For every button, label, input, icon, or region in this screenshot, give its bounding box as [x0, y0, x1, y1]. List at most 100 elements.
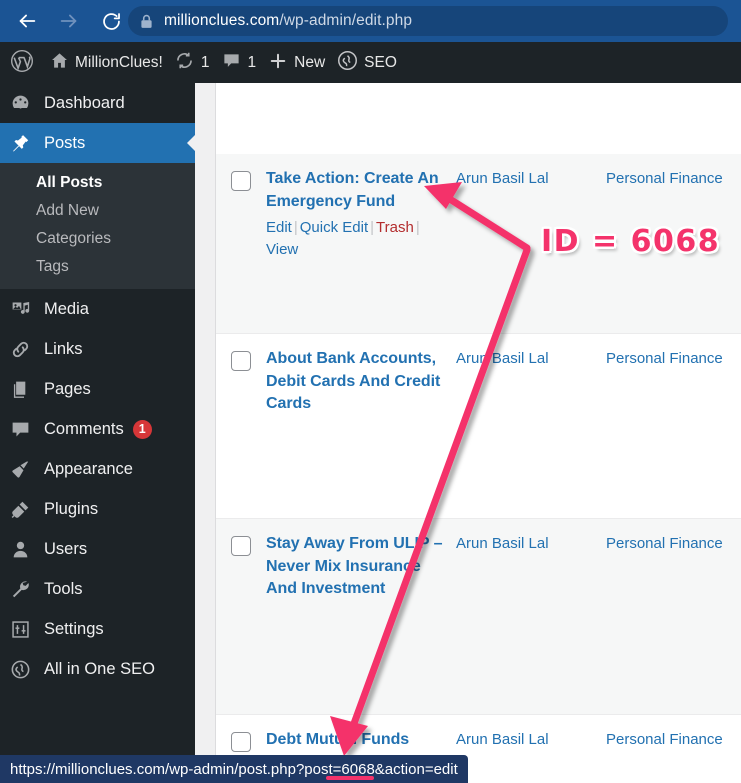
sidebar-item-plugins[interactable]: Plugins	[0, 489, 195, 529]
post-categories-cell[interactable]: Personal Finance	[606, 729, 741, 783]
wrench-icon	[10, 579, 38, 600]
comments-count-badge: 1	[132, 419, 152, 439]
back-arrow-icon	[16, 10, 38, 32]
address-bar-text: millionclues.com/wp-admin/edit.php	[164, 12, 412, 30]
posts-submenu: All Posts Add New Categories Tags	[0, 163, 195, 289]
forward-arrow-icon	[58, 10, 80, 32]
wp-logo-menu[interactable]	[0, 42, 44, 83]
post-author-cell[interactable]: Arun Basil Lal	[456, 533, 606, 704]
sidebar-item-pages[interactable]: Pages	[0, 369, 195, 409]
submenu-label-categories: Categories	[36, 230, 111, 247]
submenu-item-tags[interactable]: Tags	[0, 253, 195, 281]
sidebar-label-links: Links	[44, 339, 83, 358]
row-checkbox[interactable]	[231, 171, 251, 191]
submenu-item-add-new[interactable]: Add New	[0, 197, 195, 225]
back-button[interactable]	[10, 4, 44, 38]
table-row[interactable]: Take Action: Create An Emergency Fund Ed…	[216, 154, 741, 334]
sliders-icon	[10, 619, 38, 640]
row-checkbox-cell	[216, 533, 266, 704]
submenu-item-categories[interactable]: Categories	[0, 225, 195, 253]
submenu-item-all-posts[interactable]: All Posts	[0, 169, 195, 197]
row-checkbox-cell	[216, 348, 266, 508]
sidebar-label-media: Media	[44, 299, 89, 318]
table-row[interactable]: Stay Away From ULIP – Never Mix Insuranc…	[216, 519, 741, 715]
sidebar-label-settings: Settings	[44, 619, 104, 638]
sidebar-item-appearance[interactable]: Appearance	[0, 449, 195, 489]
sidebar-item-users[interactable]: Users	[0, 529, 195, 569]
post-categories-cell[interactable]: Personal Finance	[606, 348, 741, 508]
user-icon	[10, 539, 38, 560]
post-author-cell[interactable]: Arun Basil Lal	[456, 729, 606, 783]
row-action-trash[interactable]: Trash	[376, 219, 414, 236]
sidebar-item-dashboard[interactable]: Dashboard	[0, 83, 195, 123]
row-action-quick-edit[interactable]: Quick Edit	[300, 219, 368, 236]
row-actions: Edit | Quick Edit | Trash | View	[266, 217, 446, 261]
seo-menu[interactable]: SEO	[331, 42, 403, 83]
row-checkbox-cell	[216, 168, 266, 323]
content-area: Take Action: Create An Emergency Fund Ed…	[195, 83, 741, 783]
table-row[interactable]: About Bank Accounts, Debit Cards And Cre…	[216, 334, 741, 519]
site-name-label: MillionClues!	[75, 53, 163, 71]
post-title-cell: About Bank Accounts, Debit Cards And Cre…	[266, 348, 456, 508]
row-action-separator: |	[370, 219, 375, 236]
updates-menu[interactable]: 1	[169, 42, 216, 83]
post-title-link[interactable]: Stay Away From ULIP – Never Mix Insuranc…	[266, 533, 446, 601]
sidebar-label-pages: Pages	[44, 379, 91, 398]
row-action-view[interactable]: View	[266, 241, 298, 258]
browser-toolbar: millionclues.com/wp-admin/edit.php	[0, 0, 741, 42]
comments-menu[interactable]: 1	[216, 42, 263, 83]
plus-icon	[268, 51, 288, 75]
sidebar-label-plugins: Plugins	[44, 499, 99, 518]
forward-button[interactable]	[52, 4, 86, 38]
submenu-label-all-posts: All Posts	[36, 174, 103, 191]
sidebar-label-users: Users	[44, 539, 88, 558]
dashboard-icon	[10, 93, 38, 114]
browser-window: millionclues.com/wp-admin/edit.php Milli…	[0, 0, 741, 783]
sidebar-item-comments[interactable]: Comments 1	[0, 409, 195, 449]
sidebar-item-media[interactable]: Media	[0, 289, 195, 329]
post-categories-cell[interactable]: Personal Finance	[606, 533, 741, 704]
sidebar-item-settings[interactable]: Settings	[0, 609, 195, 649]
row-checkbox[interactable]	[231, 536, 251, 556]
address-bar[interactable]: millionclues.com/wp-admin/edit.php	[128, 6, 728, 36]
wordpress-logo-icon	[10, 49, 34, 77]
updates-icon	[175, 51, 194, 74]
post-title-link[interactable]: Debt Mutual Funds	[266, 729, 446, 752]
row-action-separator: |	[293, 219, 298, 236]
url-path: /wp-admin/edit.php	[279, 12, 413, 29]
row-action-edit[interactable]: Edit	[266, 219, 292, 236]
wp-admin-bar: MillionClues! 1 1 New SEO	[0, 42, 741, 83]
sidebar-label-posts: Posts	[44, 133, 86, 152]
post-author-cell[interactable]: Arun Basil Lal	[456, 348, 606, 508]
row-checkbox[interactable]	[231, 732, 251, 752]
post-author-cell[interactable]: Arun Basil Lal	[456, 168, 606, 323]
reload-button[interactable]	[94, 4, 128, 38]
home-icon	[50, 51, 69, 74]
sidebar-item-all-in-one-seo[interactable]: All in One SEO	[0, 649, 195, 689]
paintbrush-icon	[10, 459, 38, 480]
url-host: millionclues.com	[164, 12, 280, 29]
sidebar-label-all-in-one-seo: All in One SEO	[44, 659, 155, 678]
post-title-link[interactable]: About Bank Accounts, Debit Cards And Cre…	[266, 348, 446, 416]
sidebar-item-posts[interactable]: Posts	[0, 123, 196, 163]
seo-icon	[337, 50, 358, 75]
pages-icon	[10, 379, 38, 400]
sidebar-label-comments: Comments	[44, 419, 124, 438]
admin-sidebar: Dashboard Posts All Posts Add New Catego…	[0, 83, 196, 783]
submenu-label-tags: Tags	[36, 258, 69, 275]
post-categories-cell[interactable]: Personal Finance	[606, 168, 741, 323]
link-icon	[10, 339, 38, 360]
sidebar-item-tools[interactable]: Tools	[0, 569, 195, 609]
browser-status-bar: https://millionclues.com/wp-admin/post.p…	[0, 755, 468, 783]
reload-icon	[101, 11, 122, 32]
post-title-link[interactable]: Take Action: Create An Emergency Fund	[266, 168, 446, 213]
comment-bubble-icon	[10, 419, 38, 440]
row-checkbox[interactable]	[231, 351, 251, 371]
seo-label: SEO	[364, 53, 397, 71]
comments-count: 1	[247, 53, 257, 71]
new-content-menu[interactable]: New	[262, 42, 331, 83]
seo-icon	[10, 659, 38, 680]
new-label: New	[294, 53, 326, 71]
sidebar-item-links[interactable]: Links	[0, 329, 195, 369]
site-name-menu[interactable]: MillionClues!	[44, 42, 169, 83]
